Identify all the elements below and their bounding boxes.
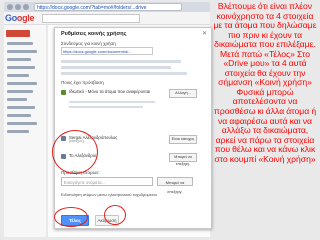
divider bbox=[69, 101, 155, 103]
role-select[interactable]: Μπορεί να επεξεργ. bbox=[169, 153, 197, 166]
sidebar-item[interactable] bbox=[7, 130, 29, 133]
cancel-button-highlight bbox=[104, 205, 126, 225]
done-button-highlight bbox=[54, 207, 88, 227]
lock-icon bbox=[61, 90, 66, 95]
share-settings-dialog: Ρυθμίσεις κοινής χρήσης ✕ Σύνδεσμος για … bbox=[54, 27, 212, 229]
add-people-role-select[interactable]: Μπορεί να επεξεργ. bbox=[157, 177, 193, 194]
annotation-callout: Βλέπουμε ότι είναι πλέον κοινόχρηστο τα … bbox=[212, 1, 318, 238]
sidebar-item[interactable] bbox=[7, 42, 33, 45]
share-link-row bbox=[61, 66, 171, 69]
link-label: Σύνδεσμος για κοινή χρήση bbox=[61, 41, 116, 46]
permission-name: Ιδιωτικό - Μόνο τα άτομα που αναφέρονται bbox=[69, 89, 151, 94]
sidebar-item[interactable] bbox=[7, 106, 35, 109]
sidebar-item[interactable] bbox=[7, 90, 33, 93]
divider bbox=[69, 106, 143, 108]
back-icon[interactable] bbox=[7, 4, 13, 10]
share-link-field[interactable]: https://docs.google.com/document/d/... bbox=[61, 47, 153, 55]
create-button[interactable] bbox=[6, 30, 30, 37]
sidebar-item[interactable] bbox=[7, 82, 37, 85]
forward-icon[interactable] bbox=[15, 4, 21, 10]
browser-toolbar: https://docs.google.com/?tab=mo#/folders… bbox=[4, 2, 210, 12]
screenshot-page: https://docs.google.com/?tab=mo#/folders… bbox=[0, 0, 320, 240]
google-logo[interactable]: Google bbox=[5, 13, 35, 23]
sidebar-item[interactable] bbox=[7, 66, 35, 69]
sidebar-item[interactable] bbox=[7, 114, 31, 117]
sidebar-item[interactable] bbox=[7, 98, 27, 101]
address-bar[interactable]: https://docs.google.com/?tab=mo#/folders… bbox=[34, 3, 182, 11]
share-link-row bbox=[61, 72, 187, 75]
close-icon[interactable]: ✕ bbox=[202, 30, 207, 37]
people-highlight bbox=[52, 130, 98, 174]
annotation-text: Βλέπουμε ότι είναι πλέον κοινόχρηστο τα … bbox=[213, 1, 317, 164]
sidebar-item[interactable] bbox=[7, 50, 37, 53]
notify-checkbox-label[interactable]: Ειδοποίηση ατόμων μέσω ηλεκτρονικού ταχυ… bbox=[61, 192, 157, 197]
add-people-input[interactable]: Εισαγάγετε ονόματα... bbox=[61, 177, 153, 186]
role-select[interactable]: Είναι κάτοχος bbox=[169, 135, 197, 144]
change-visibility-link[interactable]: Αλλαγή... bbox=[169, 89, 197, 98]
share-link-row bbox=[61, 60, 181, 63]
search-input[interactable] bbox=[42, 14, 140, 23]
sidebar-item[interactable] bbox=[7, 74, 29, 77]
access-label: Ποιος έχει πρόσβαση bbox=[61, 80, 104, 85]
sidebar-item[interactable] bbox=[7, 58, 31, 61]
sidebar-item[interactable] bbox=[7, 122, 37, 125]
dialog-title: Ρυθμίσεις κοινής χρήσης bbox=[61, 31, 127, 37]
reload-icon[interactable] bbox=[23, 4, 29, 10]
permission-row: Ιδιωτικό - Μόνο τα άτομα που αναφέρονται… bbox=[61, 88, 197, 98]
